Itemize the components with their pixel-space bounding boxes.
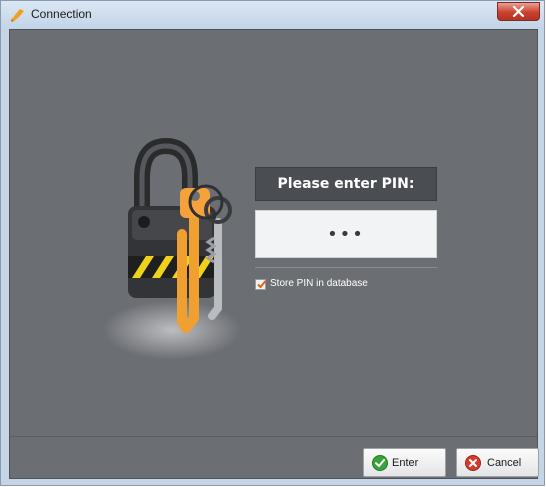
pin-prompt-heading: Please enter PIN: xyxy=(255,167,437,201)
connection-window: Connection Please enter PIN: ••• Store P… xyxy=(0,0,545,486)
pin-input[interactable]: ••• xyxy=(255,210,437,258)
store-pin-label[interactable]: Store PIN in database xyxy=(270,278,368,289)
close-button[interactable] xyxy=(497,2,540,21)
pen-icon xyxy=(11,9,24,22)
footer-divider xyxy=(10,436,537,437)
separator xyxy=(255,267,437,268)
title-bar[interactable]: Connection xyxy=(1,1,544,29)
enter-button-label: Enter xyxy=(392,457,419,469)
dialog-content: Please enter PIN: ••• Store PIN in datab… xyxy=(9,29,539,479)
store-pin-checkbox[interactable] xyxy=(255,279,267,290)
window-title: Connection xyxy=(31,7,92,21)
cancel-icon xyxy=(465,455,481,471)
enter-button[interactable]: Enter xyxy=(363,448,446,477)
checkmark-icon xyxy=(257,280,267,289)
cancel-button-label: Cancel xyxy=(487,457,522,469)
padlock-with-keys-icon xyxy=(128,138,232,333)
cancel-button[interactable]: Cancel xyxy=(456,448,539,477)
check-icon xyxy=(372,455,388,471)
close-icon xyxy=(512,6,525,17)
